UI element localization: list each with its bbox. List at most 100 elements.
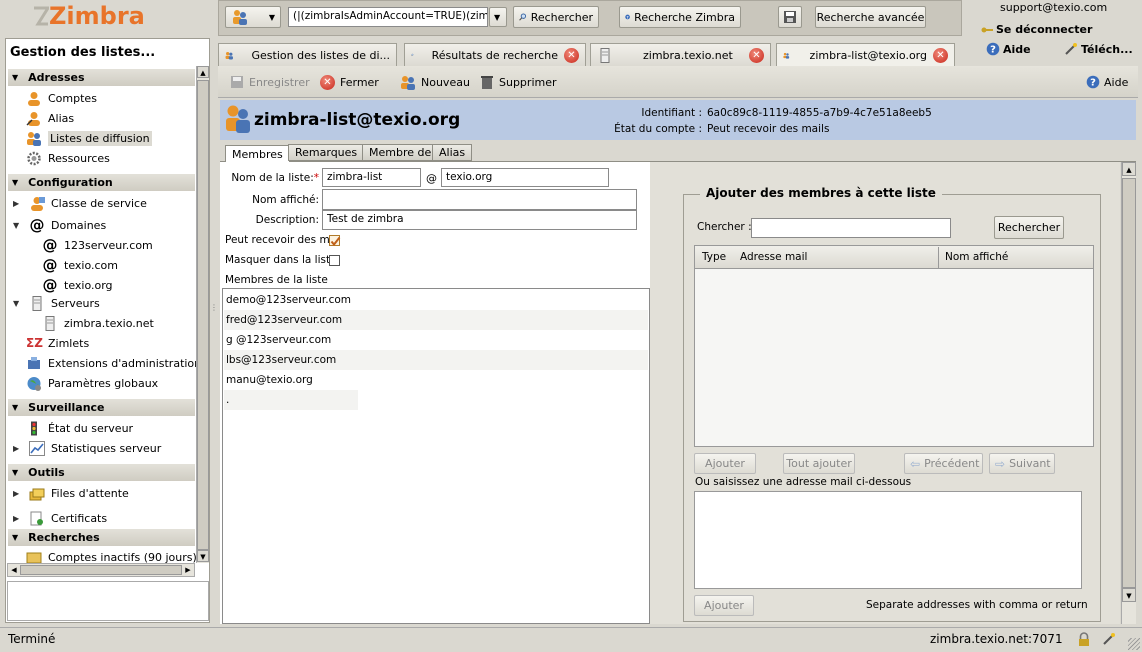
sidebar-item-resources[interactable]: Ressources [26, 151, 110, 166]
sidebar-item-queues[interactable]: ▶ Files d'attente [13, 486, 129, 501]
close-icon[interactable]: ✕ [933, 47, 948, 63]
zimbra-logo-icon [34, 6, 49, 26]
collapse-icon: ▼ [12, 178, 19, 187]
sidebar-item-certificates[interactable]: ▶ Certificats [13, 511, 107, 526]
section-monitoring[interactable]: ▼ Surveillance [8, 399, 195, 416]
sidebar-item-distribution-lists[interactable]: Listes de diffusion [26, 131, 152, 146]
sidebar-item-domain-123serveur[interactable]: @123serveur.com [42, 236, 153, 254]
delete-button[interactable]: Supprimer [480, 75, 557, 90]
search-input[interactable]: (|(zimbraIsAdminAccount=TRUE)(zimb [288, 7, 488, 27]
save-button[interactable]: Enregistrer [230, 75, 310, 89]
list-item[interactable]: demo@123serveur.com [224, 290, 648, 310]
list-item[interactable]: lbs@123serveur.com [224, 350, 648, 370]
tab-remarks[interactable]: Remarques [288, 144, 365, 161]
scroll-right-icon[interactable]: ▶ [182, 566, 194, 574]
sidebar-item-domains[interactable]: ▼ @ Domaines [13, 216, 106, 234]
expand-icon: ▶ [13, 199, 20, 208]
tab-search-results[interactable]: Résultats de recherche ✕ [404, 43, 586, 66]
logout-link[interactable]: Se déconnecter [981, 23, 1092, 36]
download-link[interactable]: Téléch... [1064, 42, 1133, 56]
hide-checkbox[interactable] [329, 255, 340, 266]
scroll-up-icon[interactable]: ▲ [197, 66, 209, 78]
add-all-button[interactable]: Tout ajouter [783, 453, 855, 474]
add-manual-button[interactable]: Ajouter [694, 595, 754, 616]
resize-grip-icon[interactable] [1128, 638, 1140, 650]
domain-input[interactable]: texio.org [441, 168, 609, 187]
tab-server[interactable]: zimbra.texio.net ✕ [590, 43, 771, 66]
tab-zimbra-list[interactable]: zimbra-list@texio.org ✕ [776, 43, 955, 66]
can-receive-checkbox[interactable] [329, 235, 341, 247]
chevron-down-icon: ▼ [494, 12, 501, 22]
close-icon[interactable]: ✕ [749, 47, 764, 63]
close-icon: ✕ [320, 75, 335, 90]
display-name-input[interactable] [322, 189, 637, 210]
advanced-search-button[interactable]: Recherche avancée [815, 6, 926, 28]
tab-label: Membres [232, 148, 283, 161]
sidebar-vscrollbar[interactable]: ▲ ▼ [196, 66, 209, 563]
members-label: Membres de la liste [225, 274, 328, 286]
col-display-header[interactable]: Nom affiché [945, 251, 1008, 263]
zimbra-search-button[interactable]: ? Recherche Zimbra [619, 6, 741, 28]
sidebar-item-label: Domaines [51, 218, 107, 232]
previous-button[interactable]: ⇦ Précédent [904, 453, 983, 474]
section-addresses[interactable]: ▼ Adresses [8, 69, 195, 86]
search-type-dropdown[interactable]: ▼ [225, 6, 281, 28]
expand-icon: ▶ [13, 444, 20, 453]
search-button[interactable]: Rechercher [513, 6, 599, 28]
save-search-button[interactable] [778, 6, 802, 28]
splitter-handle[interactable]: ⋮ [210, 304, 218, 318]
scroll-thumb[interactable] [197, 80, 209, 550]
manual-entry-textarea[interactable] [694, 491, 1082, 589]
sidebar-item-zimlets[interactable]: ΣZ Zimlets [26, 336, 89, 350]
sidebar-item-server-status[interactable]: État du serveur [26, 421, 133, 436]
scroll-down-icon[interactable]: ▼ [197, 550, 209, 562]
scroll-thumb[interactable] [20, 565, 182, 575]
col-type-header[interactable]: Type [702, 251, 726, 263]
list-name-input[interactable]: zimbra-list [322, 168, 421, 187]
tab-alias[interactable]: Alias [432, 144, 473, 161]
description-input[interactable]: Test de zimbra [322, 210, 637, 230]
sidebar-item-aliases[interactable]: Alias [26, 111, 74, 126]
section-searches[interactable]: ▼ Recherches [8, 529, 195, 546]
tab-member-of[interactable]: Membre de [362, 144, 439, 161]
next-button[interactable]: ⇨ Suivant [989, 453, 1055, 474]
search-history-dropdown[interactable]: ▼ [489, 7, 507, 27]
at-icon: @ [42, 236, 58, 254]
save-label: Enregistrer [249, 75, 310, 89]
list-item[interactable]: fred@123serveur.com [224, 310, 648, 330]
section-tools[interactable]: ▼ Outils [8, 464, 195, 481]
sidebar-item-inactive-accounts[interactable]: Comptes inactifs (90 jours) [26, 551, 197, 563]
scroll-down-icon[interactable]: ▼ [1122, 588, 1136, 602]
list-item[interactable]: . [224, 390, 358, 410]
next-button-label: Suivant [1009, 457, 1051, 470]
close-button[interactable]: ✕ Fermer [320, 75, 379, 90]
tab-members[interactable]: Membres [225, 145, 290, 163]
sidebar-item-server-zimbra[interactable]: zimbra.texio.net [42, 316, 154, 331]
content-vscrollbar[interactable]: ▲ ▼ [1121, 162, 1136, 624]
previous-button-label: Précédent [924, 457, 980, 470]
sidebar-item-domain-texio-com[interactable]: @ texio.com [42, 256, 118, 274]
sidebar-item-global-settings[interactable]: Paramètres globaux [26, 376, 158, 391]
tab-manage-lists[interactable]: Gestion des listes de di... [218, 43, 397, 66]
list-item[interactable]: g @123serveur.com [224, 330, 648, 350]
toolbar-help-button[interactable]: ? Aide [1086, 75, 1128, 89]
sidebar-item-cos[interactable]: ▶ Classe de service [13, 196, 147, 211]
scroll-thumb[interactable] [1122, 178, 1136, 588]
sidebar-item-domain-texio-org[interactable]: @ texio.org [42, 276, 113, 294]
sidebar-item-servers[interactable]: ▼ Serveurs [13, 296, 100, 311]
section-configuration[interactable]: ▼ Configuration [8, 174, 195, 191]
list-item[interactable]: manu@texio.org [224, 370, 648, 390]
close-icon[interactable]: ✕ [564, 47, 579, 63]
help-link[interactable]: ? Aide [986, 42, 1031, 56]
add-button[interactable]: Ajouter [694, 453, 756, 474]
col-email-header[interactable]: Adresse mail [740, 251, 807, 263]
scroll-left-icon[interactable]: ◀ [8, 566, 20, 574]
sidebar-item-accounts[interactable]: Comptes [26, 91, 97, 106]
search-members-input[interactable] [751, 218, 951, 238]
search-members-button[interactable]: Rechercher [994, 216, 1064, 239]
sidebar-item-server-stats[interactable]: ▶ Statistiques serveur [13, 441, 161, 456]
sidebar-item-admin-extensions[interactable]: Extensions d'administration [26, 356, 201, 371]
sidebar-hscrollbar[interactable]: ◀ ▶ [7, 563, 195, 577]
new-button[interactable]: Nouveau [400, 75, 470, 90]
scroll-up-icon[interactable]: ▲ [1122, 162, 1136, 176]
